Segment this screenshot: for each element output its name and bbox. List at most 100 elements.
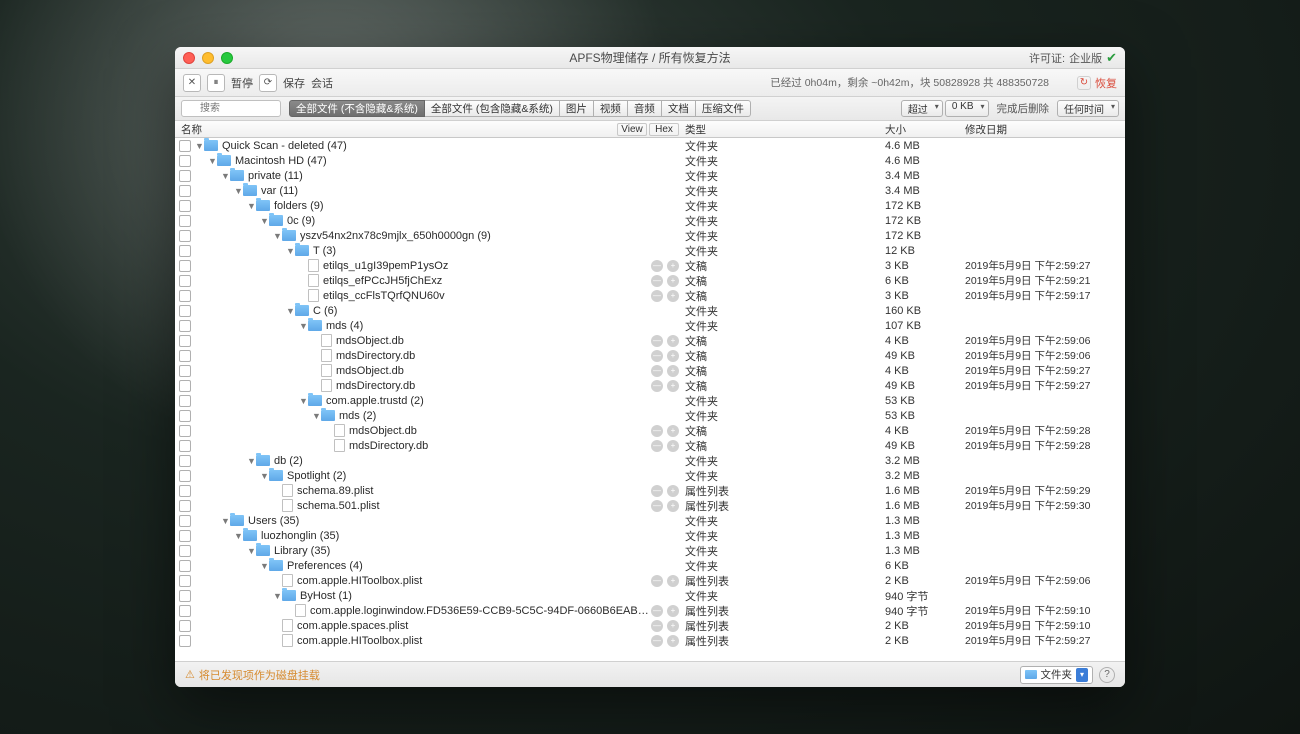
zoom-icon[interactable] xyxy=(221,52,233,64)
disclosure-icon[interactable]: ▼ xyxy=(247,456,256,466)
folder-row[interactable]: ▼0c (9)文件夹172 KB xyxy=(175,213,1125,228)
folder-row[interactable]: ▼C (6)文件夹160 KB xyxy=(175,303,1125,318)
stop-button[interactable]: ✕ xyxy=(183,74,201,92)
row-checkbox[interactable] xyxy=(179,275,191,287)
disclosure-icon[interactable]: ▼ xyxy=(312,411,321,421)
recover-button[interactable]: ↻ 恢复 xyxy=(1077,75,1117,91)
row-checkbox[interactable] xyxy=(179,575,191,587)
folder-row[interactable]: ▼var (11)文件夹3.4 MB xyxy=(175,183,1125,198)
file-row[interactable]: schema.89.plist—+属性列表1.6 MB2019年5月9日 下午2… xyxy=(175,483,1125,498)
folder-row[interactable]: ▼Macintosh HD (47)文件夹4.6 MB xyxy=(175,153,1125,168)
row-checkbox[interactable] xyxy=(179,560,191,572)
row-checkbox[interactable] xyxy=(179,260,191,272)
file-row[interactable]: mdsDirectory.db—+文稿49 KB2019年5月9日 下午2:59… xyxy=(175,348,1125,363)
file-row[interactable]: com.apple.spaces.plist—+属性列表2 KB2019年5月9… xyxy=(175,618,1125,633)
titlebar[interactable]: APFS物理储存 / 所有恢复方法 许可证: 企业版 ✔ xyxy=(175,47,1125,69)
folder-row[interactable]: ▼db (2)文件夹3.2 MB xyxy=(175,453,1125,468)
row-checkbox[interactable] xyxy=(179,590,191,602)
folder-row[interactable]: ▼Library (35)文件夹1.3 MB xyxy=(175,543,1125,558)
disclosure-icon[interactable]: ▼ xyxy=(260,216,269,226)
row-checkbox[interactable] xyxy=(179,140,191,152)
row-checkbox[interactable] xyxy=(179,455,191,467)
folder-row[interactable]: ▼folders (9)文件夹172 KB xyxy=(175,198,1125,213)
row-checkbox[interactable] xyxy=(179,215,191,227)
disclosure-icon[interactable]: ▼ xyxy=(247,201,256,211)
file-row[interactable]: schema.501.plist—+属性列表1.6 MB2019年5月9日 下午… xyxy=(175,498,1125,513)
close-icon[interactable] xyxy=(183,52,195,64)
row-checkbox[interactable] xyxy=(179,170,191,182)
file-row[interactable]: mdsObject.db—+文稿4 KB2019年5月9日 下午2:59:06 xyxy=(175,333,1125,348)
mount-button[interactable]: ⚠ 将已发现项作为磁盘挂载 xyxy=(185,667,320,683)
search-input[interactable] xyxy=(181,100,281,117)
filter-seg-2[interactable]: 图片 xyxy=(560,100,594,117)
row-checkbox[interactable] xyxy=(179,635,191,647)
time-filter[interactable]: 任何时间 xyxy=(1057,100,1119,117)
row-checkbox[interactable] xyxy=(179,200,191,212)
size-filter-val[interactable]: 0 KB xyxy=(945,100,989,117)
header-date[interactable]: 修改日期 xyxy=(965,122,1125,137)
row-checkbox[interactable] xyxy=(179,545,191,557)
disclosure-icon[interactable]: ▼ xyxy=(260,471,269,481)
row-checkbox[interactable] xyxy=(179,500,191,512)
row-checkbox[interactable] xyxy=(179,365,191,377)
header-type[interactable]: 类型 xyxy=(685,122,885,137)
folder-row[interactable]: ▼Preferences (4)文件夹6 KB xyxy=(175,558,1125,573)
disclosure-icon[interactable]: ▼ xyxy=(221,171,230,181)
disclosure-icon[interactable]: ▼ xyxy=(234,186,243,196)
filter-seg-6[interactable]: 压缩文件 xyxy=(696,100,751,117)
filter-seg-0[interactable]: 全部文件 (不含隐藏&系统) xyxy=(289,100,425,117)
filter-seg-5[interactable]: 文档 xyxy=(662,100,696,117)
disclosure-icon[interactable]: ▼ xyxy=(273,231,282,241)
file-row[interactable]: com.apple.loginwindow.FD536E59-CCB9-5C5C… xyxy=(175,603,1125,618)
disclosure-icon[interactable]: ▼ xyxy=(286,306,295,316)
row-checkbox[interactable] xyxy=(179,410,191,422)
disclosure-icon[interactable]: ▼ xyxy=(299,321,308,331)
file-row[interactable]: com.apple.HIToolbox.plist—+属性列表2 KB2019年… xyxy=(175,573,1125,588)
file-row[interactable]: mdsDirectory.db—+文稿49 KB2019年5月9日 下午2:59… xyxy=(175,438,1125,453)
filter-seg-4[interactable]: 音频 xyxy=(628,100,662,117)
row-checkbox[interactable] xyxy=(179,485,191,497)
header-name[interactable]: 名称 xyxy=(175,122,617,137)
disclosure-icon[interactable]: ▼ xyxy=(299,396,308,406)
help-button[interactable]: ? xyxy=(1099,667,1115,683)
row-checkbox[interactable] xyxy=(179,620,191,632)
row-checkbox[interactable] xyxy=(179,245,191,257)
row-checkbox[interactable] xyxy=(179,530,191,542)
size-filter-op[interactable]: 超过 xyxy=(901,100,943,117)
minimize-icon[interactable] xyxy=(202,52,214,64)
row-checkbox[interactable] xyxy=(179,425,191,437)
file-row[interactable]: mdsObject.db—+文稿4 KB2019年5月9日 下午2:59:27 xyxy=(175,363,1125,378)
file-row[interactable]: etilqs_ccFlsTQrfQNU60v—+文稿3 KB2019年5月9日 … xyxy=(175,288,1125,303)
row-checkbox[interactable] xyxy=(179,395,191,407)
disclosure-icon[interactable]: ▼ xyxy=(286,246,295,256)
header-size[interactable]: 大小 xyxy=(885,122,965,137)
filter-seg-3[interactable]: 视频 xyxy=(594,100,628,117)
disclosure-icon[interactable]: ▼ xyxy=(195,141,204,151)
row-checkbox[interactable] xyxy=(179,470,191,482)
file-row[interactable]: mdsObject.db—+文稿4 KB2019年5月9日 下午2:59:28 xyxy=(175,423,1125,438)
row-checkbox[interactable] xyxy=(179,290,191,302)
disclosure-icon[interactable]: ▼ xyxy=(234,531,243,541)
disclosure-icon[interactable]: ▼ xyxy=(247,546,256,556)
row-checkbox[interactable] xyxy=(179,335,191,347)
folder-row[interactable]: ▼T (3)文件夹12 KB xyxy=(175,243,1125,258)
folder-row[interactable]: ▼Spotlight (2)文件夹3.2 MB xyxy=(175,468,1125,483)
header-hex[interactable]: Hex xyxy=(649,123,679,136)
file-tree[interactable]: ▼Quick Scan - deleted (47)文件夹4.6 MB▼Maci… xyxy=(175,138,1125,661)
file-row[interactable]: etilqs_u1gI39pemP1ysOz—+文稿3 KB2019年5月9日 … xyxy=(175,258,1125,273)
folder-row[interactable]: ▼luozhonglin (35)文件夹1.3 MB xyxy=(175,528,1125,543)
file-row[interactable]: com.apple.HIToolbox.plist—+属性列表2 KB2019年… xyxy=(175,633,1125,648)
row-checkbox[interactable] xyxy=(179,230,191,242)
file-row[interactable]: etilqs_efPCcJH5fjChExz—+文稿6 KB2019年5月9日 … xyxy=(175,273,1125,288)
disclosure-icon[interactable]: ▼ xyxy=(260,561,269,571)
disclosure-icon[interactable]: ▼ xyxy=(208,156,217,166)
row-checkbox[interactable] xyxy=(179,350,191,362)
row-checkbox[interactable] xyxy=(179,515,191,527)
folder-row[interactable]: ▼mds (4)文件夹107 KB xyxy=(175,318,1125,333)
folder-row[interactable]: ▼Quick Scan - deleted (47)文件夹4.6 MB xyxy=(175,138,1125,153)
disclosure-icon[interactable]: ▼ xyxy=(273,591,282,601)
folder-row[interactable]: ▼ByHost (1)文件夹940 字节 xyxy=(175,588,1125,603)
row-checkbox[interactable] xyxy=(179,380,191,392)
file-row[interactable]: mdsDirectory.db—+文稿49 KB2019年5月9日 下午2:59… xyxy=(175,378,1125,393)
row-checkbox[interactable] xyxy=(179,605,191,617)
